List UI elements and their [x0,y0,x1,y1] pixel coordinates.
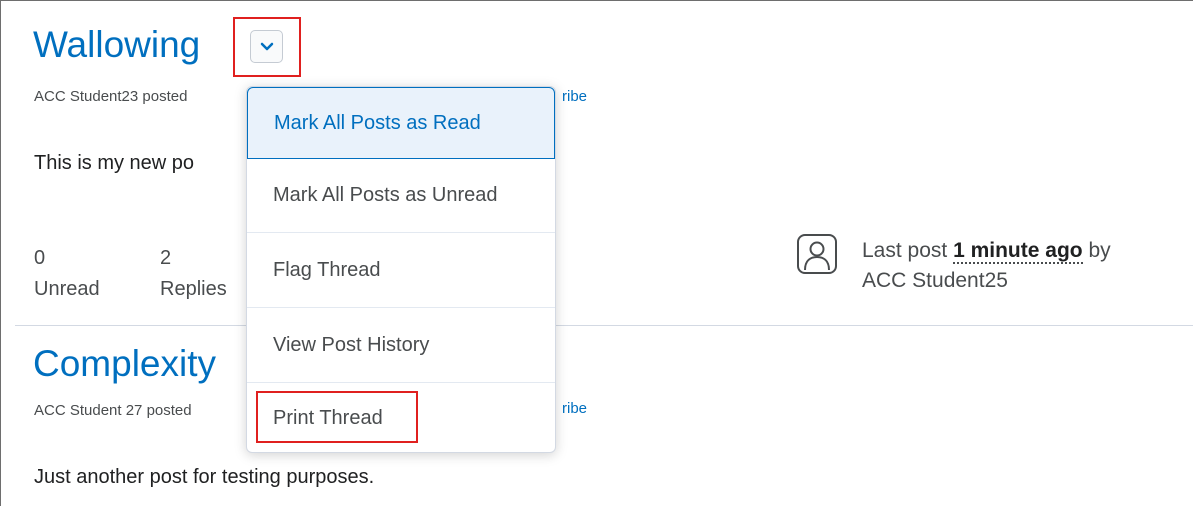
last-post-time: 1 minute ago [953,239,1083,264]
subscribe-link-partial[interactable]: ribe [562,88,587,105]
menu-item-view-post-history[interactable]: View Post History [247,308,555,383]
thread-meta: ACC Student23 posted [34,88,188,105]
last-post-info: Last post 1 minute ago by ACC Student25 [862,236,1111,296]
thread-body: Just another post for testing purposes. [34,466,375,488]
thread-title-complexity[interactable]: Complexity [33,343,216,385]
menu-item-print-thread[interactable]: Print Thread [247,383,555,453]
thread-divider [15,325,1193,326]
subscribe-link-partial[interactable]: ribe [562,400,587,417]
menu-item-mark-all-read[interactable]: Mark All Posts as Read [247,87,555,159]
user-avatar-icon [797,234,837,274]
last-post-author: ACC Student25 [862,269,1008,292]
menu-item-flag-thread[interactable]: Flag Thread [247,233,555,308]
thread-body: This is my new po [34,152,195,174]
thread-meta: ACC Student 27 posted [34,402,192,419]
thread-menu-button[interactable] [250,30,283,63]
thread-context-menu: Mark All Posts as Read Mark All Posts as… [246,86,556,453]
unread-count: 0 Unread [34,247,100,300]
thread-title-wallowing[interactable]: Wallowing [33,24,200,66]
chevron-down-icon [260,42,273,50]
replies-count: 2 Replies [160,247,227,300]
menu-item-mark-all-unread[interactable]: Mark All Posts as Unread [247,159,555,233]
